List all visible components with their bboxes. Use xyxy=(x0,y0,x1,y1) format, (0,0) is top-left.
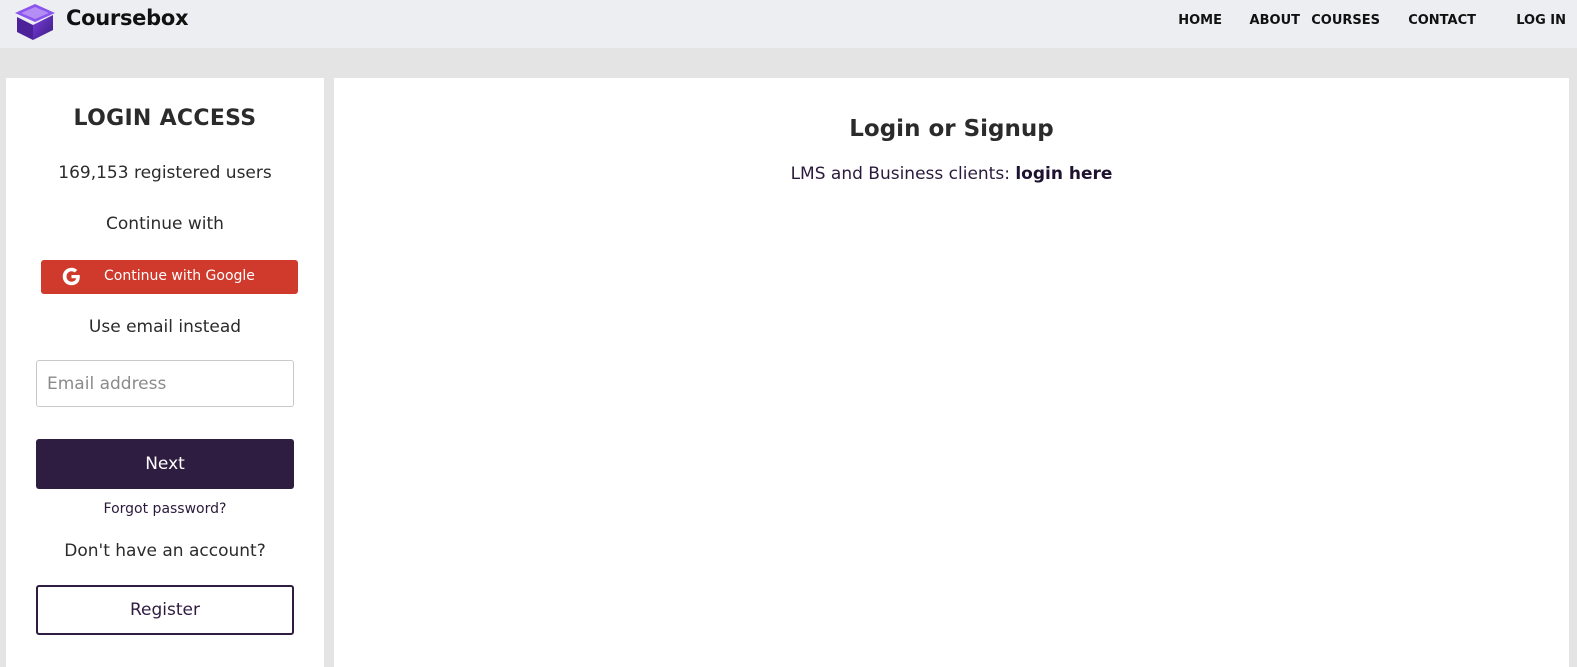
lms-clients-text: LMS and Business clients: xyxy=(790,164,1016,184)
register-button[interactable]: Register xyxy=(36,585,294,635)
login-panel: LOGIN ACCESS 169,153 registered users Co… xyxy=(6,78,324,667)
lms-clients-line: LMS and Business clients: login here xyxy=(334,164,1569,184)
main-content-panel: Login or Signup LMS and Business clients… xyxy=(334,78,1569,667)
nav-contact-link[interactable]: CONTACT xyxy=(1408,13,1476,28)
nav-login-link[interactable]: LOG IN xyxy=(1516,13,1566,28)
top-navigation-bar: Coursebox HOME ABOUT COURSES CONTACT LOG… xyxy=(0,0,1577,48)
login-title: LOGIN ACCESS xyxy=(73,106,257,131)
nav-courses-link[interactable]: COURSES xyxy=(1311,13,1380,28)
next-button[interactable]: Next xyxy=(36,439,294,489)
no-account-label: Don't have an account? xyxy=(64,541,266,561)
use-email-label: Use email instead xyxy=(88,317,242,337)
coursebox-logo-icon[interactable] xyxy=(13,3,57,41)
lms-login-here-link[interactable]: login here xyxy=(1015,164,1112,184)
forgot-password-link[interactable]: Forgot password? xyxy=(6,501,324,517)
nav-home-link[interactable]: HOME xyxy=(1178,13,1222,28)
registered-users-count: 169,153 registered users xyxy=(58,163,272,183)
nav-about-link[interactable]: ABOUT xyxy=(1250,13,1300,28)
continue-with-google-button[interactable]: Continue with Google xyxy=(41,260,298,294)
page-title: Login or Signup xyxy=(849,116,1054,142)
brand-name[interactable]: Coursebox xyxy=(66,6,189,30)
email-address-input[interactable] xyxy=(36,360,294,407)
google-button-label: Continue with Google xyxy=(104,268,255,284)
google-g-icon xyxy=(62,267,80,286)
continue-with-label: Continue with xyxy=(106,214,224,234)
